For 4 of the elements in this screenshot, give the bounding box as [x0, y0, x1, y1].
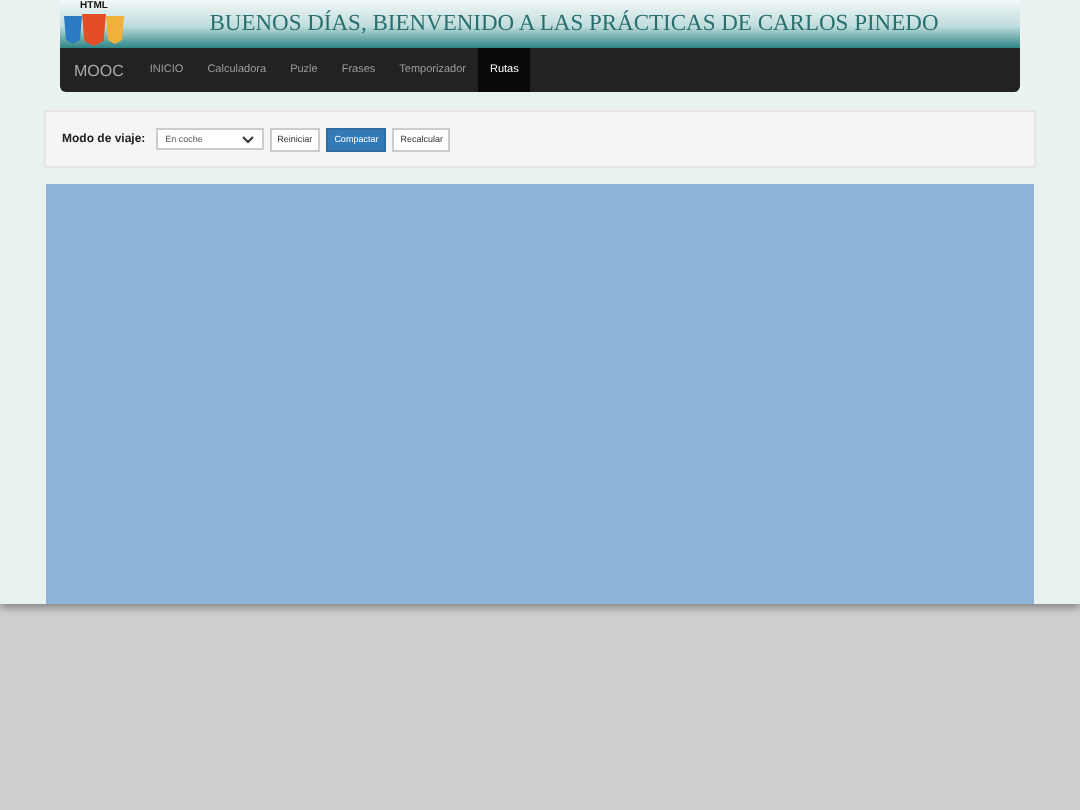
- brand-link[interactable]: MOOC: [60, 48, 138, 92]
- logo-icon: [64, 12, 124, 46]
- caret-icon: [241, 135, 254, 143]
- page-title: BUENOS DÍAS, BIENVENIDO A LAS PRÁCTICAS DE CARLOS PINEDO: [207, 12, 941, 36]
